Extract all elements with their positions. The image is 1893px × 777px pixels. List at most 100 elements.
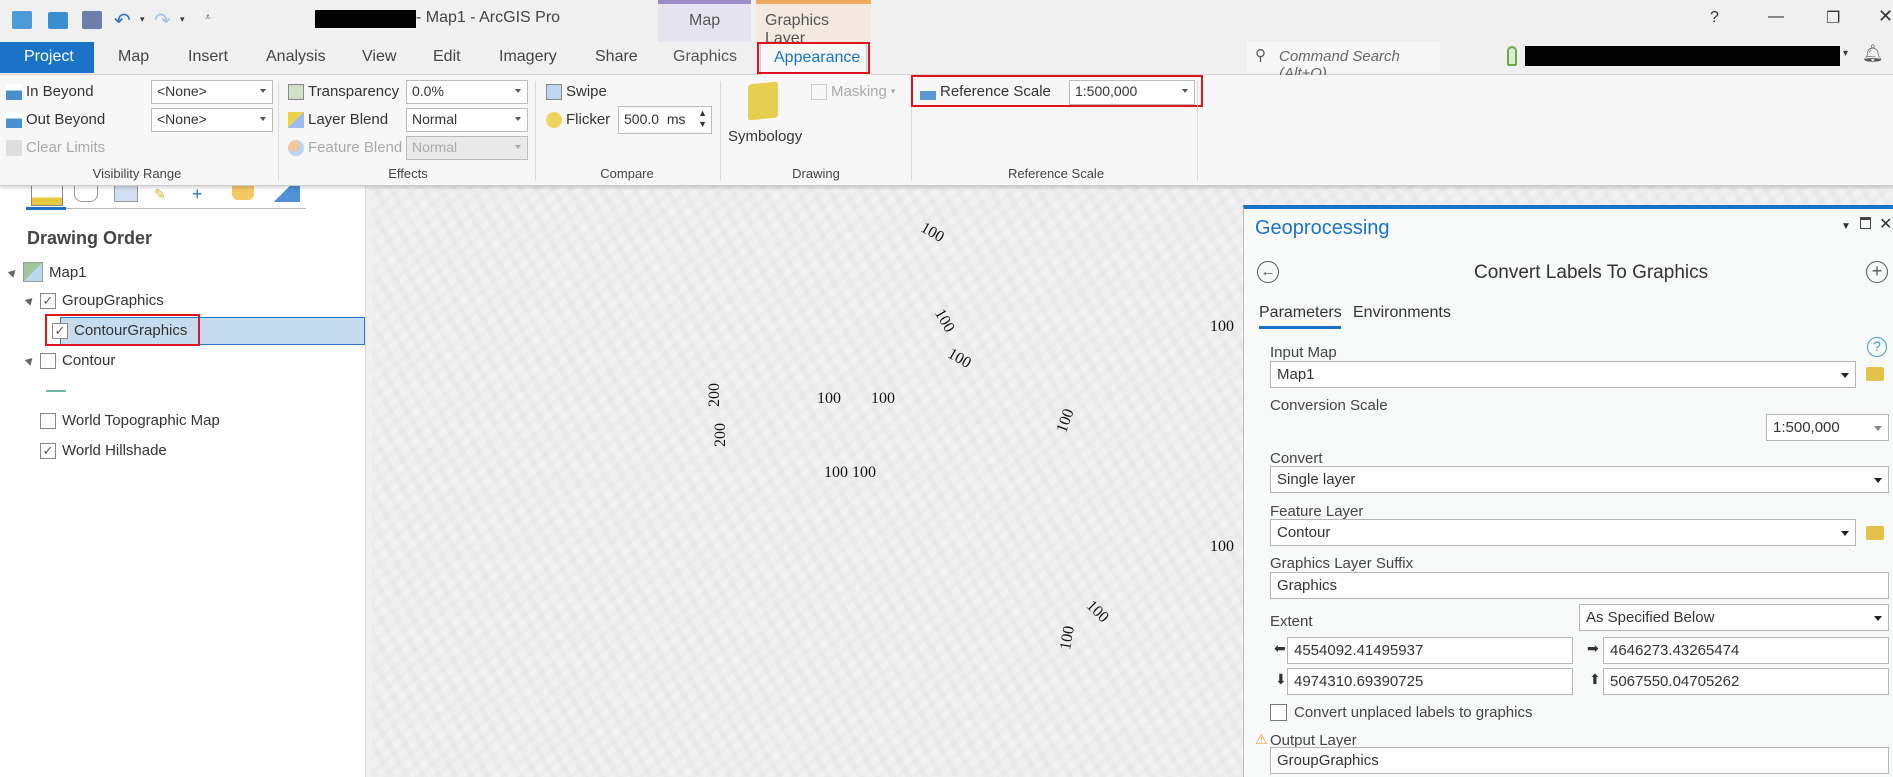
notifications-bell-icon[interactable]: 🔔︎: [1862, 44, 1884, 64]
browse-folder-icon[interactable]: [1866, 526, 1884, 540]
browse-folder-icon[interactable]: [1866, 367, 1884, 381]
undo-icon[interactable]: ↶: [114, 8, 131, 33]
tab-map[interactable]: Map: [118, 48, 149, 66]
conversion-scale-label: Conversion Scale: [1270, 397, 1388, 414]
extent-bottom-input[interactable]: 4974310.69390725: [1287, 668, 1573, 695]
feature-layer-dropdown[interactable]: Contour: [1270, 519, 1856, 546]
map-label: 200: [706, 383, 723, 407]
clear-limits-icon: [6, 139, 22, 156]
tree-item-world-topographic-map[interactable]: World Topographic Map: [40, 412, 220, 429]
selection-view-icon[interactable]: [114, 186, 138, 202]
perspective-imagery-view-icon[interactable]: [272, 186, 300, 202]
tool-title: Convert Labels To Graphics: [1474, 262, 1709, 283]
window-title: - Map1 - ArcGIS Pro: [416, 9, 561, 26]
contents-pane: ✎ + Drawing Order Map1 ✓ GroupGraphics ✓ C…: [0, 184, 366, 777]
redo-dropdown-icon[interactable]: ▾: [180, 14, 185, 25]
help-button[interactable]: ?: [1710, 9, 1719, 27]
transparency-button[interactable]: Transparency: [288, 83, 399, 100]
highlight-box: [45, 314, 200, 346]
conversion-scale-dropdown[interactable]: 1:500,000: [1766, 414, 1889, 441]
output-layer-input[interactable]: GroupGraphics: [1270, 747, 1889, 774]
tree-item-groupgraphics[interactable]: ✓ GroupGraphics: [24, 292, 164, 309]
tree-item-label: Contour: [62, 352, 116, 369]
out-beyond-value: <None>: [157, 111, 207, 127]
tab-insert[interactable]: Insert: [188, 48, 228, 66]
pane-options-icon[interactable]: ▼: [1841, 221, 1851, 232]
user-icon[interactable]: [1507, 46, 1517, 66]
transparency-dropdown[interactable]: 0.0%: [406, 80, 528, 104]
restore-button[interactable]: ❐: [1826, 8, 1840, 28]
highlight-box: [757, 42, 870, 74]
contextual-map-label: Map: [689, 12, 721, 29]
effects-group-label: Effects: [388, 166, 428, 181]
redo-icon[interactable]: ↷: [154, 8, 171, 33]
tab-analysis[interactable]: Analysis: [266, 48, 326, 66]
extent-left-input[interactable]: 4554092.41495937: [1287, 637, 1573, 664]
masking-label: Masking: [831, 83, 887, 100]
tab-project[interactable]: Project: [0, 42, 94, 73]
visibility-checkbox[interactable]: ✓: [40, 442, 56, 459]
expand-icon[interactable]: [7, 266, 19, 278]
user-dropdown-icon[interactable]: ▾: [1843, 48, 1848, 59]
clear-limits-button[interactable]: Clear Limits: [6, 139, 105, 156]
tab-environments[interactable]: Environments: [1353, 304, 1451, 322]
swipe-icon: [546, 83, 562, 100]
swipe-button[interactable]: Swipe: [546, 83, 607, 100]
tab-view[interactable]: View: [362, 48, 396, 66]
drawing-order-view-icon[interactable]: [31, 186, 63, 206]
new-project-icon[interactable]: [12, 11, 32, 29]
tab-imagery[interactable]: Imagery: [499, 48, 557, 66]
expand-icon[interactable]: [24, 355, 36, 366]
help-icon[interactable]: ?: [1867, 337, 1887, 357]
convert-dropdown[interactable]: Single layer: [1270, 466, 1889, 493]
input-map-dropdown[interactable]: Map1: [1270, 361, 1856, 388]
save-project-icon[interactable]: [82, 11, 102, 29]
extent-dropdown[interactable]: As Specified Below: [1579, 604, 1889, 631]
contextual-graphics-layer-group: Graphics Layer: [756, 0, 871, 47]
suffix-input[interactable]: Graphics: [1270, 572, 1889, 599]
tree-item-world-hillshade[interactable]: ✓ World Hillshade: [40, 442, 167, 459]
unplaced-labels-checkbox[interactable]: [1270, 704, 1287, 721]
back-icon[interactable]: ←: [1257, 261, 1279, 283]
extent-top-input[interactable]: 5067550.04705262: [1603, 668, 1889, 695]
labeling-view-icon[interactable]: [232, 186, 254, 200]
flicker-interval-input[interactable]: 500.0 ms ▲ ▼: [618, 106, 712, 134]
layer-blend-button[interactable]: Layer Blend: [288, 111, 388, 128]
tab-parameters[interactable]: Parameters: [1259, 304, 1342, 322]
tab-edit[interactable]: Edit: [433, 48, 461, 66]
snapping-view-icon[interactable]: +: [192, 184, 203, 205]
maximize-pane-icon[interactable]: [1860, 217, 1871, 229]
visibility-checkbox[interactable]: [40, 412, 56, 429]
undo-dropdown-icon[interactable]: ▾: [140, 14, 145, 25]
visibility-checkbox[interactable]: ✓: [40, 292, 56, 309]
layer-blend-dropdown[interactable]: Normal: [406, 108, 528, 132]
customize-toolbar-icon[interactable]: ⩡: [205, 12, 211, 23]
flicker-button[interactable]: Flicker: [546, 111, 610, 128]
visibility-checkbox[interactable]: [40, 352, 56, 369]
extent-right-input[interactable]: 4646273.43265474: [1603, 637, 1889, 664]
minimize-button[interactable]: —: [1768, 8, 1784, 26]
extent-bottom-value: 4974310.69390725: [1294, 673, 1424, 690]
command-search[interactable]: ⚲ Command Search (Alt+Q): [1247, 42, 1440, 82]
symbology-button[interactable]: Symbology: [726, 81, 806, 153]
in-beyond-dropdown[interactable]: <None>: [151, 80, 273, 104]
tab-share[interactable]: Share: [595, 48, 638, 66]
masking-button: Masking ▾: [811, 83, 895, 100]
map-label: 100: [931, 306, 958, 336]
open-project-icon[interactable]: [48, 12, 68, 29]
data-source-view-icon[interactable]: [74, 186, 98, 202]
transparency-icon: [288, 83, 304, 100]
spinner-icon[interactable]: ▲ ▼: [698, 108, 707, 130]
tree-item-contour[interactable]: Contour: [24, 352, 116, 369]
close-button[interactable]: ✕: [1878, 6, 1893, 27]
tree-item-map1[interactable]: Map1: [7, 262, 87, 282]
tab-graphics[interactable]: Graphics: [673, 48, 737, 66]
close-pane-icon[interactable]: ✕: [1879, 214, 1892, 234]
out-beyond-button[interactable]: Out Beyond: [6, 111, 105, 128]
expand-icon[interactable]: [24, 295, 36, 306]
add-icon[interactable]: +: [1866, 261, 1888, 283]
editing-view-icon[interactable]: ✎: [154, 186, 166, 203]
in-beyond-button[interactable]: In Beyond: [6, 83, 94, 100]
contour-line-symbol[interactable]: [46, 390, 66, 392]
out-beyond-dropdown[interactable]: <None>: [151, 108, 273, 132]
